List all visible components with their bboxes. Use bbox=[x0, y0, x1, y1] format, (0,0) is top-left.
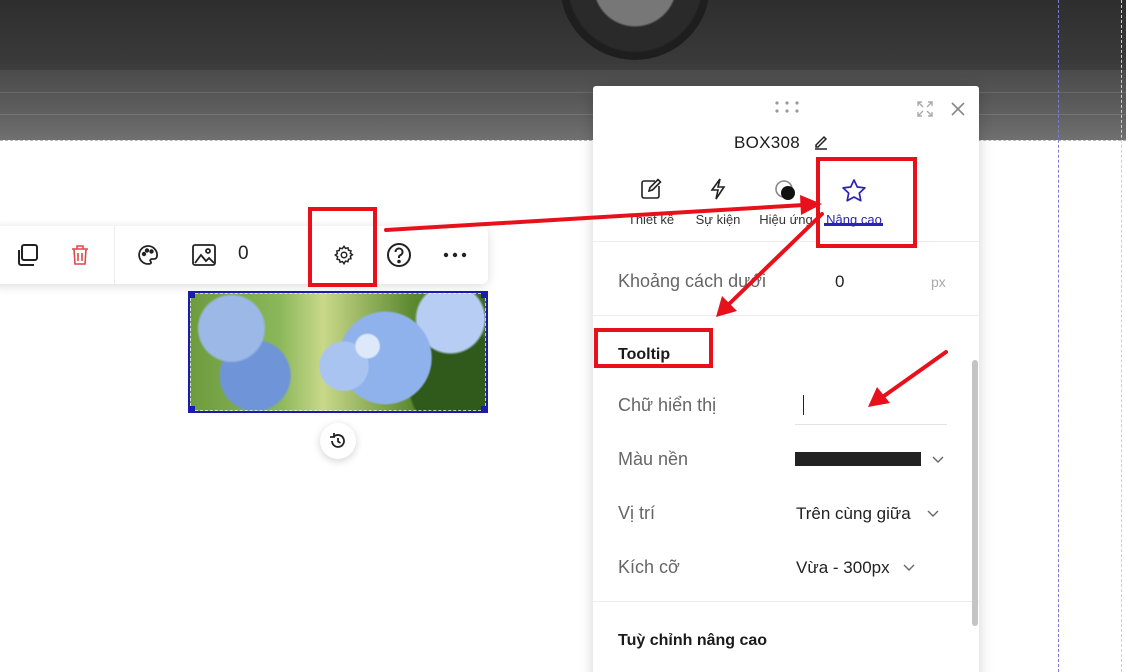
selection-outline bbox=[190, 293, 486, 411]
edit-icon bbox=[641, 178, 662, 199]
close-icon bbox=[951, 102, 965, 116]
more-horizontal-icon bbox=[443, 252, 467, 258]
tooltip-background-label: Màu nền bbox=[618, 449, 689, 469]
advanced-section-title: Tuỳ chỉnh nâng cao bbox=[618, 632, 768, 649]
drag-handle-icon[interactable] bbox=[773, 100, 801, 114]
toolbar-separator bbox=[114, 226, 115, 284]
copy-icon bbox=[18, 244, 38, 266]
expand-button[interactable] bbox=[914, 98, 936, 120]
chevron-down-icon[interactable] bbox=[927, 510, 939, 518]
more-button[interactable] bbox=[438, 238, 472, 272]
tab-label: Thiết kế bbox=[627, 212, 675, 227]
annotation-box-advanced-tab bbox=[816, 157, 917, 248]
settings-panel: BOX308 Thiết kế Sự kiện Hiệu ứng Nâng ca… bbox=[593, 86, 979, 672]
image-icon bbox=[192, 244, 216, 266]
annotation-box-tooltip bbox=[594, 328, 713, 368]
tab-label: Hiệu ứng bbox=[759, 212, 813, 227]
chevron-down-icon[interactable] bbox=[903, 564, 915, 572]
edit-pen-icon bbox=[815, 135, 828, 150]
tab-design[interactable]: Thiết kế bbox=[623, 174, 679, 232]
tooltip-size-select[interactable]: Vừa - 300px bbox=[796, 558, 890, 578]
spacing-bottom-unit: px bbox=[931, 274, 946, 290]
image-button[interactable] bbox=[187, 238, 221, 272]
lightning-icon bbox=[710, 178, 726, 200]
toolbar-counter: 0 bbox=[238, 243, 249, 264]
palette-icon bbox=[138, 245, 158, 265]
panel-title: BOX308 bbox=[734, 133, 801, 152]
column-guide-line bbox=[1058, 0, 1059, 672]
tooltip-text-input[interactable] bbox=[795, 391, 947, 425]
text-caret bbox=[803, 395, 804, 415]
divider bbox=[593, 315, 979, 316]
annotation-box-settings bbox=[308, 207, 377, 287]
resize-handle[interactable] bbox=[481, 293, 486, 298]
delete-button[interactable] bbox=[63, 238, 97, 272]
close-button[interactable] bbox=[947, 98, 969, 120]
resize-handle[interactable] bbox=[190, 293, 195, 298]
spacing-bottom-input[interactable]: 0 bbox=[835, 272, 844, 292]
tab-effects[interactable]: Hiệu ứng bbox=[753, 174, 819, 232]
trash-icon bbox=[72, 245, 88, 265]
tooltip-size-label: Kích cỡ bbox=[618, 557, 680, 577]
tooltip-position-select[interactable]: Trên cùng giữa bbox=[796, 504, 911, 524]
rotate-icon bbox=[330, 433, 345, 448]
element-toolbar: 0 bbox=[0, 226, 488, 284]
divider bbox=[593, 601, 979, 602]
divider bbox=[593, 241, 979, 242]
effect-icon bbox=[775, 180, 795, 200]
spacing-bottom-label: Khoảng cách dưới bbox=[618, 271, 766, 291]
column-guide-line bbox=[1121, 0, 1122, 672]
selected-image-element[interactable] bbox=[188, 291, 488, 413]
chevron-down-icon[interactable] bbox=[932, 456, 944, 464]
tooltip-text-label: Chữ hiển thị bbox=[618, 395, 717, 415]
tooltip-background-swatch[interactable] bbox=[795, 452, 921, 466]
photo-tire bbox=[560, 0, 710, 60]
help-button[interactable] bbox=[382, 238, 416, 272]
editor-canvas: 0 BOX308 Thiết kế Sự kiện Hiệu ứng Nâng … bbox=[0, 0, 1126, 672]
expand-icon bbox=[917, 101, 933, 117]
resize-handle[interactable] bbox=[190, 406, 195, 411]
tab-label: Sự kiện bbox=[695, 212, 741, 227]
help-circle-icon bbox=[387, 243, 411, 267]
filter-button[interactable] bbox=[131, 238, 165, 272]
tab-events[interactable]: Sự kiện bbox=[689, 174, 747, 232]
tooltip-position-label: Vị trí bbox=[618, 503, 656, 523]
panel-scrollbar[interactable] bbox=[972, 360, 978, 626]
rotate-button[interactable] bbox=[320, 423, 356, 459]
resize-handle[interactable] bbox=[481, 406, 486, 411]
duplicate-button[interactable] bbox=[10, 238, 44, 272]
rename-button[interactable] bbox=[810, 131, 832, 153]
